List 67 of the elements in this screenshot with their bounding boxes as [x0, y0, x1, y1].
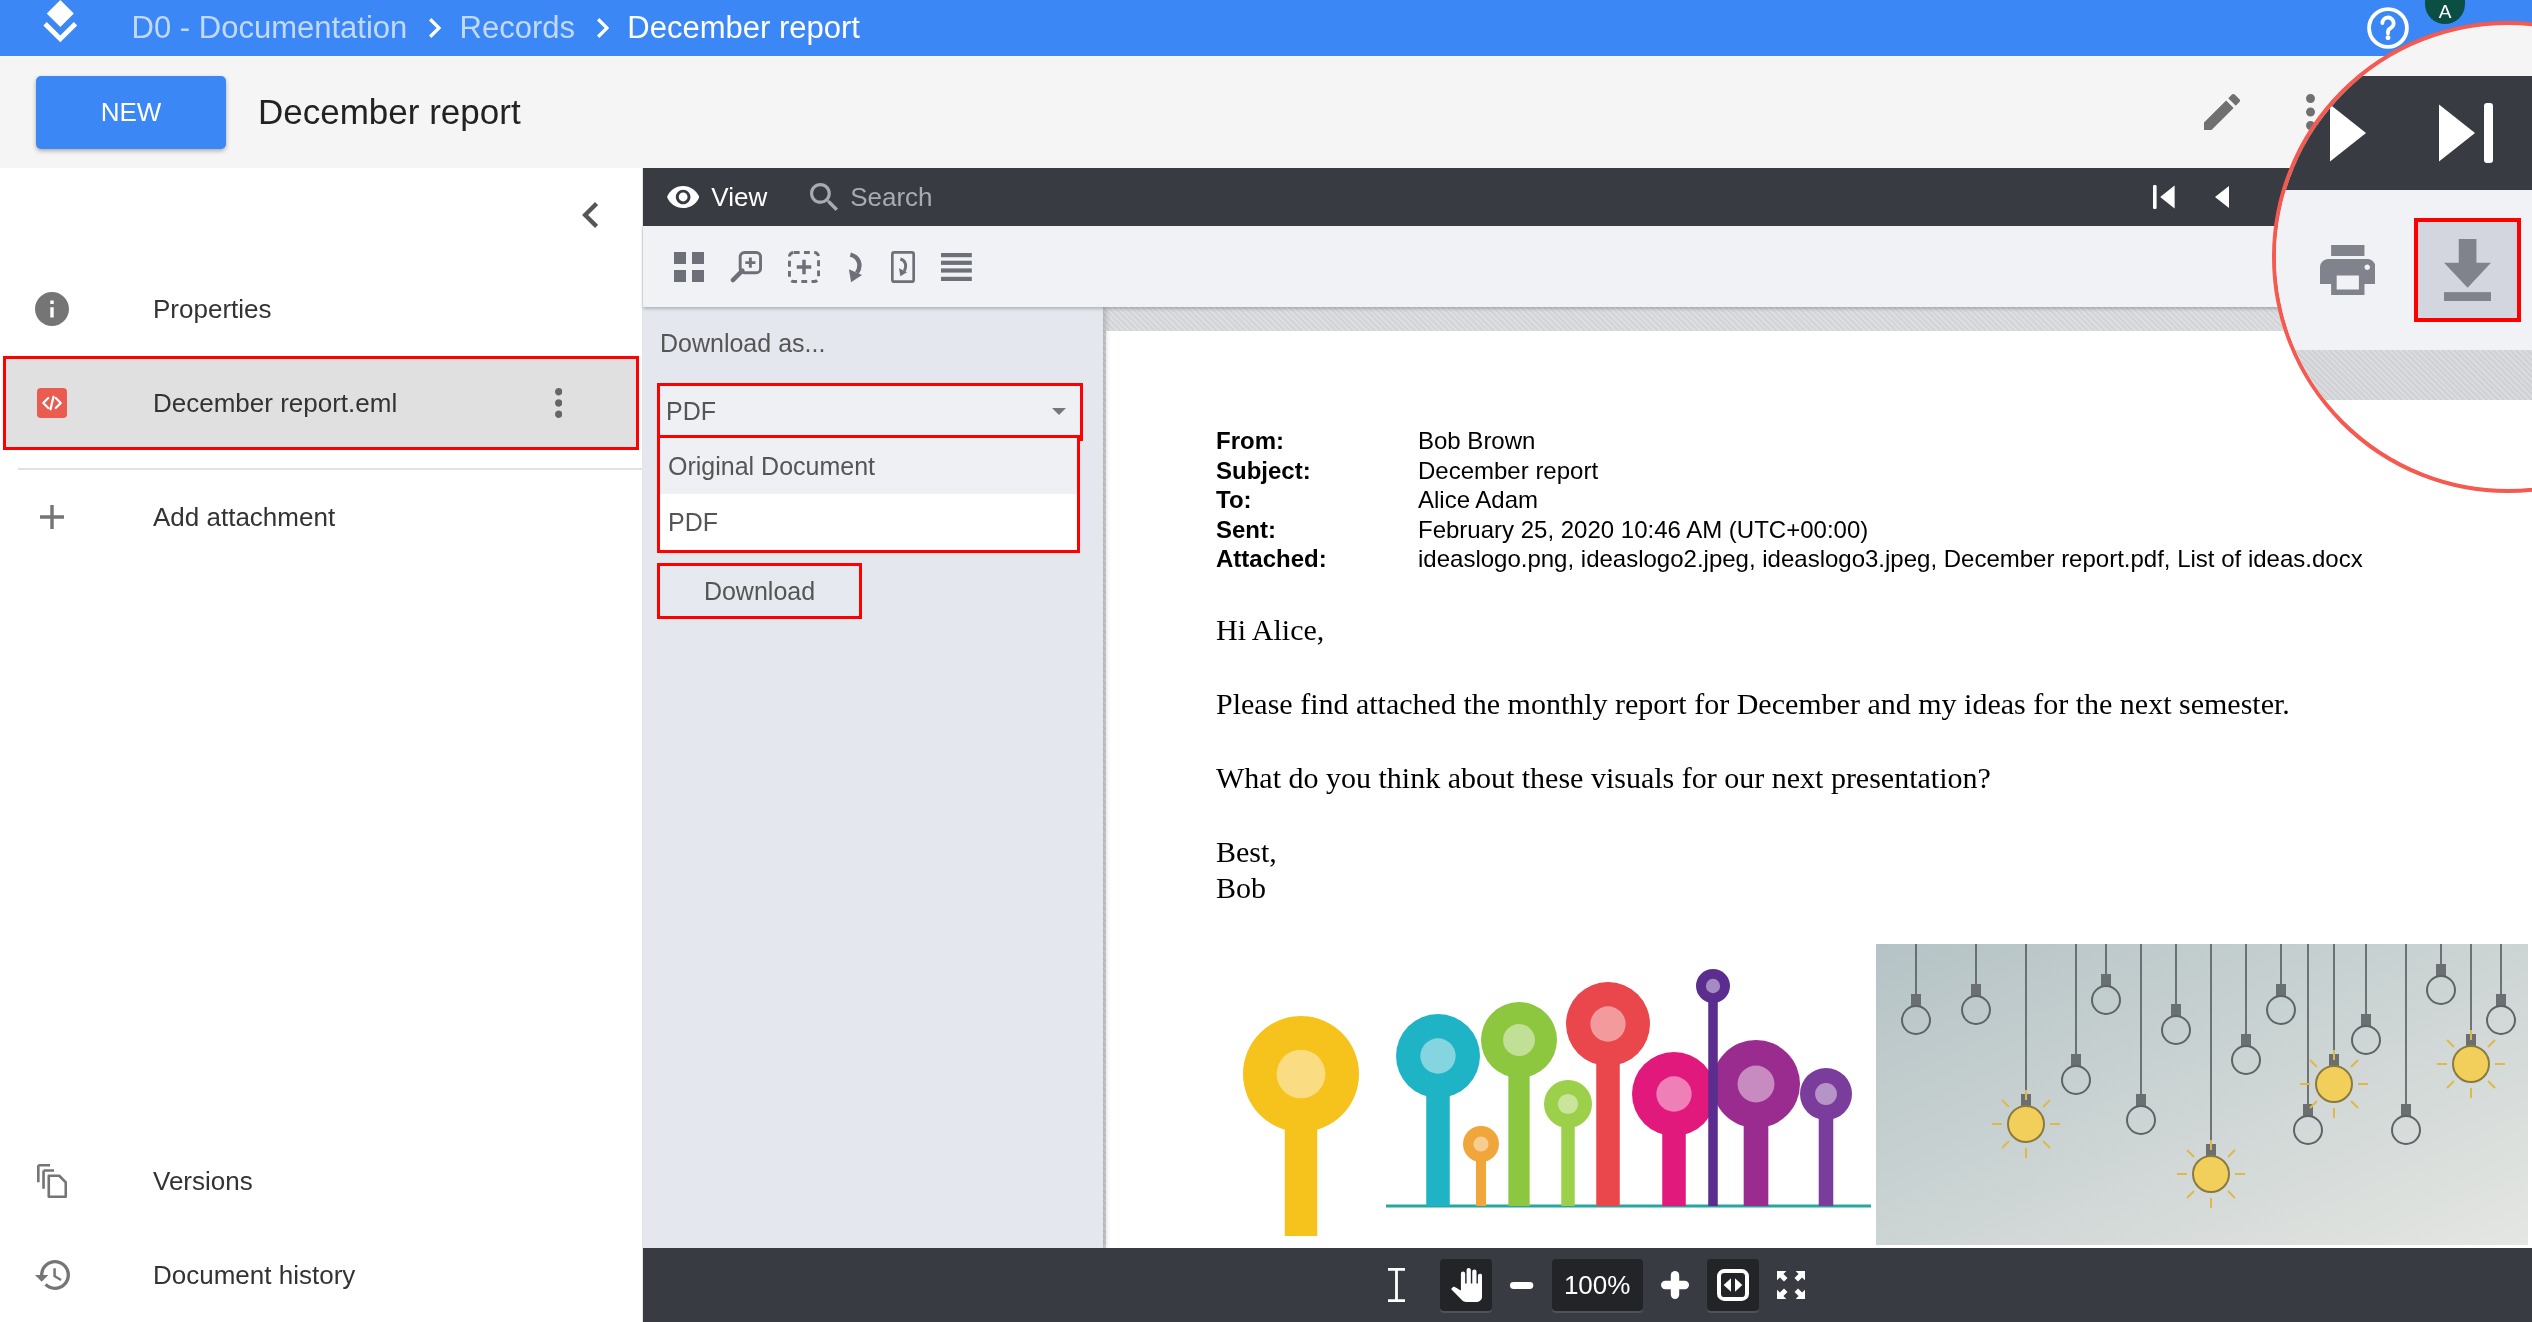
hand-icon [1450, 1268, 1482, 1302]
curved-arrow-icon[interactable] [846, 250, 865, 283]
grid-icon[interactable] [674, 251, 704, 282]
download-button[interactable] [2416, 220, 2519, 320]
sidebar-item[interactable]: Add attachment [0, 470, 642, 564]
sidebar-item[interactable]: Document history [0, 1228, 642, 1322]
dropdown-option[interactable]: PDF [660, 494, 1077, 550]
field-value: December report [1418, 455, 1600, 485]
field-value: February 25, 2020 10:46 AM (UTC+00:00) [1418, 514, 1870, 544]
printer-icon [2319, 245, 2376, 295]
field-label: Attached: [1216, 544, 1328, 574]
more-icon[interactable] [554, 388, 562, 418]
dropdown-option[interactable]: Original Document [660, 438, 1077, 494]
chevron-right-icon [597, 18, 610, 38]
help-icon[interactable] [2367, 7, 2409, 49]
email-body-text: Best, [1216, 833, 1277, 870]
menu-icon[interactable] [940, 252, 972, 281]
sidebar-item[interactable]: December report.eml [3, 356, 639, 450]
stacked-pages-icon [36, 1164, 68, 1198]
search-icon [810, 183, 839, 211]
more-icon[interactable] [2306, 94, 2315, 130]
breadcrumb-current: December report [627, 10, 860, 46]
field-label: From: [1216, 426, 1285, 456]
sidebar-item[interactable]: Properties [0, 262, 642, 356]
info-icon [35, 292, 69, 326]
search-tab[interactable]: Search [810, 181, 933, 213]
chevron-right-icon [429, 18, 442, 38]
triangle-right-icon[interactable] [2330, 103, 2366, 163]
plus-icon [40, 505, 64, 529]
view-tab[interactable]: View [667, 181, 768, 213]
email-body-text: What do you think about these visuals for our next presentation? [1216, 759, 1991, 796]
field-label: To: [1216, 485, 1253, 515]
eye-icon [667, 186, 700, 208]
bar-triangle-left-icon[interactable] [2153, 185, 2175, 209]
dashed-square-plus-icon[interactable] [788, 250, 820, 283]
field-value: Alice Adam [1418, 485, 1540, 515]
zoom-in-icon[interactable] [730, 250, 762, 283]
field-label: Sent: [1216, 514, 1277, 544]
pencil-icon[interactable] [2204, 94, 2240, 130]
triangle-right-bar-icon[interactable] [2439, 103, 2493, 163]
box-triangles-icon [1716, 1269, 1749, 1301]
minus-icon[interactable] [1510, 1281, 1534, 1289]
new-button[interactable]: NEW [36, 75, 226, 149]
document-title: December report [258, 92, 521, 132]
text-cursor-icon [1387, 1268, 1405, 1302]
sidebar-item[interactable]: Versions [0, 1134, 642, 1228]
fullscreen-icon[interactable] [1776, 1271, 1805, 1299]
email-body-text: Please find attached the monthly report for December and my ideas for the next semester. [1216, 685, 2290, 722]
caret-down-icon [1052, 408, 1066, 415]
fit-width-button[interactable] [1706, 1259, 1759, 1311]
email-body-text: Bob [1216, 869, 1266, 906]
field-label: Subject: [1216, 455, 1312, 485]
pan-button[interactable] [1440, 1259, 1493, 1311]
code-file-icon [37, 388, 67, 418]
chevron-left-icon[interactable] [581, 202, 598, 228]
triangle-left-icon[interactable] [2214, 185, 2229, 209]
avatar[interactable]: A [2425, 0, 2465, 24]
download-icon [2443, 239, 2492, 301]
history-icon [34, 1260, 70, 1290]
field-value: ideaslogo.png, ideaslogo2.jpeg, ideaslogo3.jpeg, December report.pdf, List of ideas.docx [1418, 544, 2363, 574]
email-body-text: Hi Alice, [1216, 611, 1325, 648]
download-button[interactable]: Download [660, 566, 859, 616]
field-value: Bob Brown [1418, 426, 1537, 456]
panel-heading: Download as... [660, 329, 826, 358]
zoom-level-field[interactable]: 100% [1551, 1259, 1643, 1311]
format-select[interactable]: PDF [660, 386, 1080, 438]
plus-icon[interactable] [1660, 1271, 1689, 1299]
